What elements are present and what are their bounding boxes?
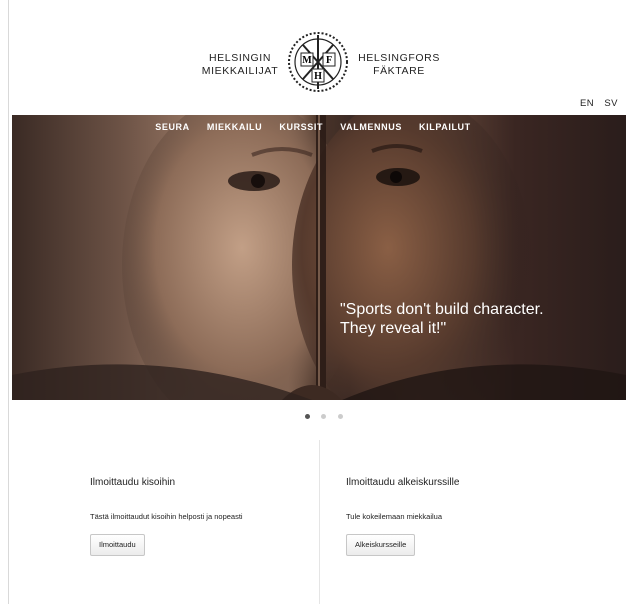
club-emblem-logo[interactable]: M F H: [287, 31, 349, 93]
competition-signup-text: Tästä ilmoittaudut kisoihin helposti ja …: [90, 512, 243, 521]
language-switcher: EN SV: [573, 98, 618, 109]
hero-quote-line1: "Sports don't build character.: [340, 301, 544, 318]
nav-item-valmennus[interactable]: VALMENNUS: [340, 122, 402, 132]
hero-slider[interactable]: [12, 115, 626, 400]
beginner-course-button[interactable]: Alkeiskursseille: [346, 534, 416, 556]
nav-item-kurssit[interactable]: KURSSIT: [279, 122, 323, 132]
brand-name-swedish[interactable]: HELSINGFORS FÄKTARE: [350, 52, 448, 78]
emblem-letter-f: F: [326, 55, 332, 66]
carousel-dot-3[interactable]: [337, 414, 343, 419]
lang-en-link[interactable]: EN: [580, 98, 594, 109]
brand-swedish-line2: FÄKTARE: [373, 65, 425, 77]
brand-swedish-line1: HELSINGFORS: [358, 52, 440, 64]
lang-sv-link[interactable]: SV: [604, 98, 618, 109]
site-header: HELSINGIN MIEKKAILIJAT M F H HELSINGFORS…: [0, 0, 626, 116]
hero-quote: "Sports don't build character. They reve…: [340, 300, 610, 338]
nav-item-kilpailut[interactable]: KILPAILUT: [419, 122, 471, 132]
emblem-letter-h: H: [314, 71, 322, 82]
competition-signup-button[interactable]: Ilmoittaudu: [90, 534, 145, 556]
beginner-course-title: Ilmoittaudu alkeiskurssille: [346, 477, 460, 488]
competition-signup-card: Ilmoittaudu kisoihin Tästä ilmoittaudut …: [90, 477, 243, 556]
emblem-letter-m: M: [302, 55, 312, 66]
carousel-dot-2[interactable]: [321, 414, 327, 419]
hero-quote-line2: They reveal it!": [340, 320, 447, 337]
beginner-course-card: Ilmoittaudu alkeiskurssille Tule kokeile…: [346, 477, 459, 556]
nav-item-miekkailu[interactable]: MIEKKAILU: [207, 122, 262, 132]
column-divider: [319, 440, 320, 604]
competition-signup-title: Ilmoittaudu kisoihin: [90, 477, 176, 488]
foil-blade-shape: [316, 115, 326, 400]
brand-finnish-line2: MIEKKAILIJAT: [201, 65, 279, 77]
carousel-pagination: [305, 406, 350, 424]
carousel-dot-1[interactable]: [305, 414, 310, 419]
nav-item-seura[interactable]: SEURA: [155, 122, 190, 132]
brand-finnish-line1: HELSINGIN: [209, 52, 271, 64]
brand-name-finnish[interactable]: HELSINGIN MIEKKAILIJAT: [194, 52, 286, 78]
beginner-course-text: Tule kokeilemaan miekkailua: [346, 512, 443, 521]
main-navigation: SEURA MIEKKAILU KURSSIT VALMENNUS KILPAI…: [0, 122, 626, 132]
hero-image: [12, 115, 626, 400]
